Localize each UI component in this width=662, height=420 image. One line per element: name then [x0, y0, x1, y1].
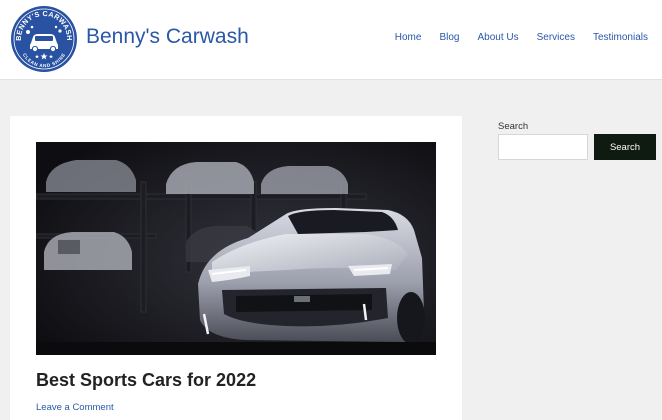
- nav-services[interactable]: Services: [537, 32, 575, 44]
- main-nav: Home Blog About Us Services Testimonials: [377, 32, 648, 44]
- post-title[interactable]: Best Sports Cars for 2022: [36, 370, 256, 391]
- nav-blog[interactable]: Blog: [439, 32, 459, 44]
- site-logo[interactable]: BENNY'S CARWASH CLEAN AND SHINE: [10, 5, 78, 73]
- search-label: Search: [498, 121, 529, 132]
- nav-home[interactable]: Home: [395, 32, 422, 44]
- leave-comment-link[interactable]: Leave a Comment: [36, 402, 114, 413]
- nav-testimonials[interactable]: Testimonials: [593, 32, 648, 44]
- site-header: BENNY'S CARWASH CLEAN AND SHINE Benny's …: [0, 0, 662, 80]
- nav-about-us[interactable]: About Us: [477, 32, 518, 44]
- post-featured-image[interactable]: [36, 142, 436, 355]
- search-input[interactable]: [498, 134, 588, 160]
- site-title[interactable]: Benny's Carwash: [86, 26, 249, 47]
- search-button[interactable]: Search: [594, 134, 656, 160]
